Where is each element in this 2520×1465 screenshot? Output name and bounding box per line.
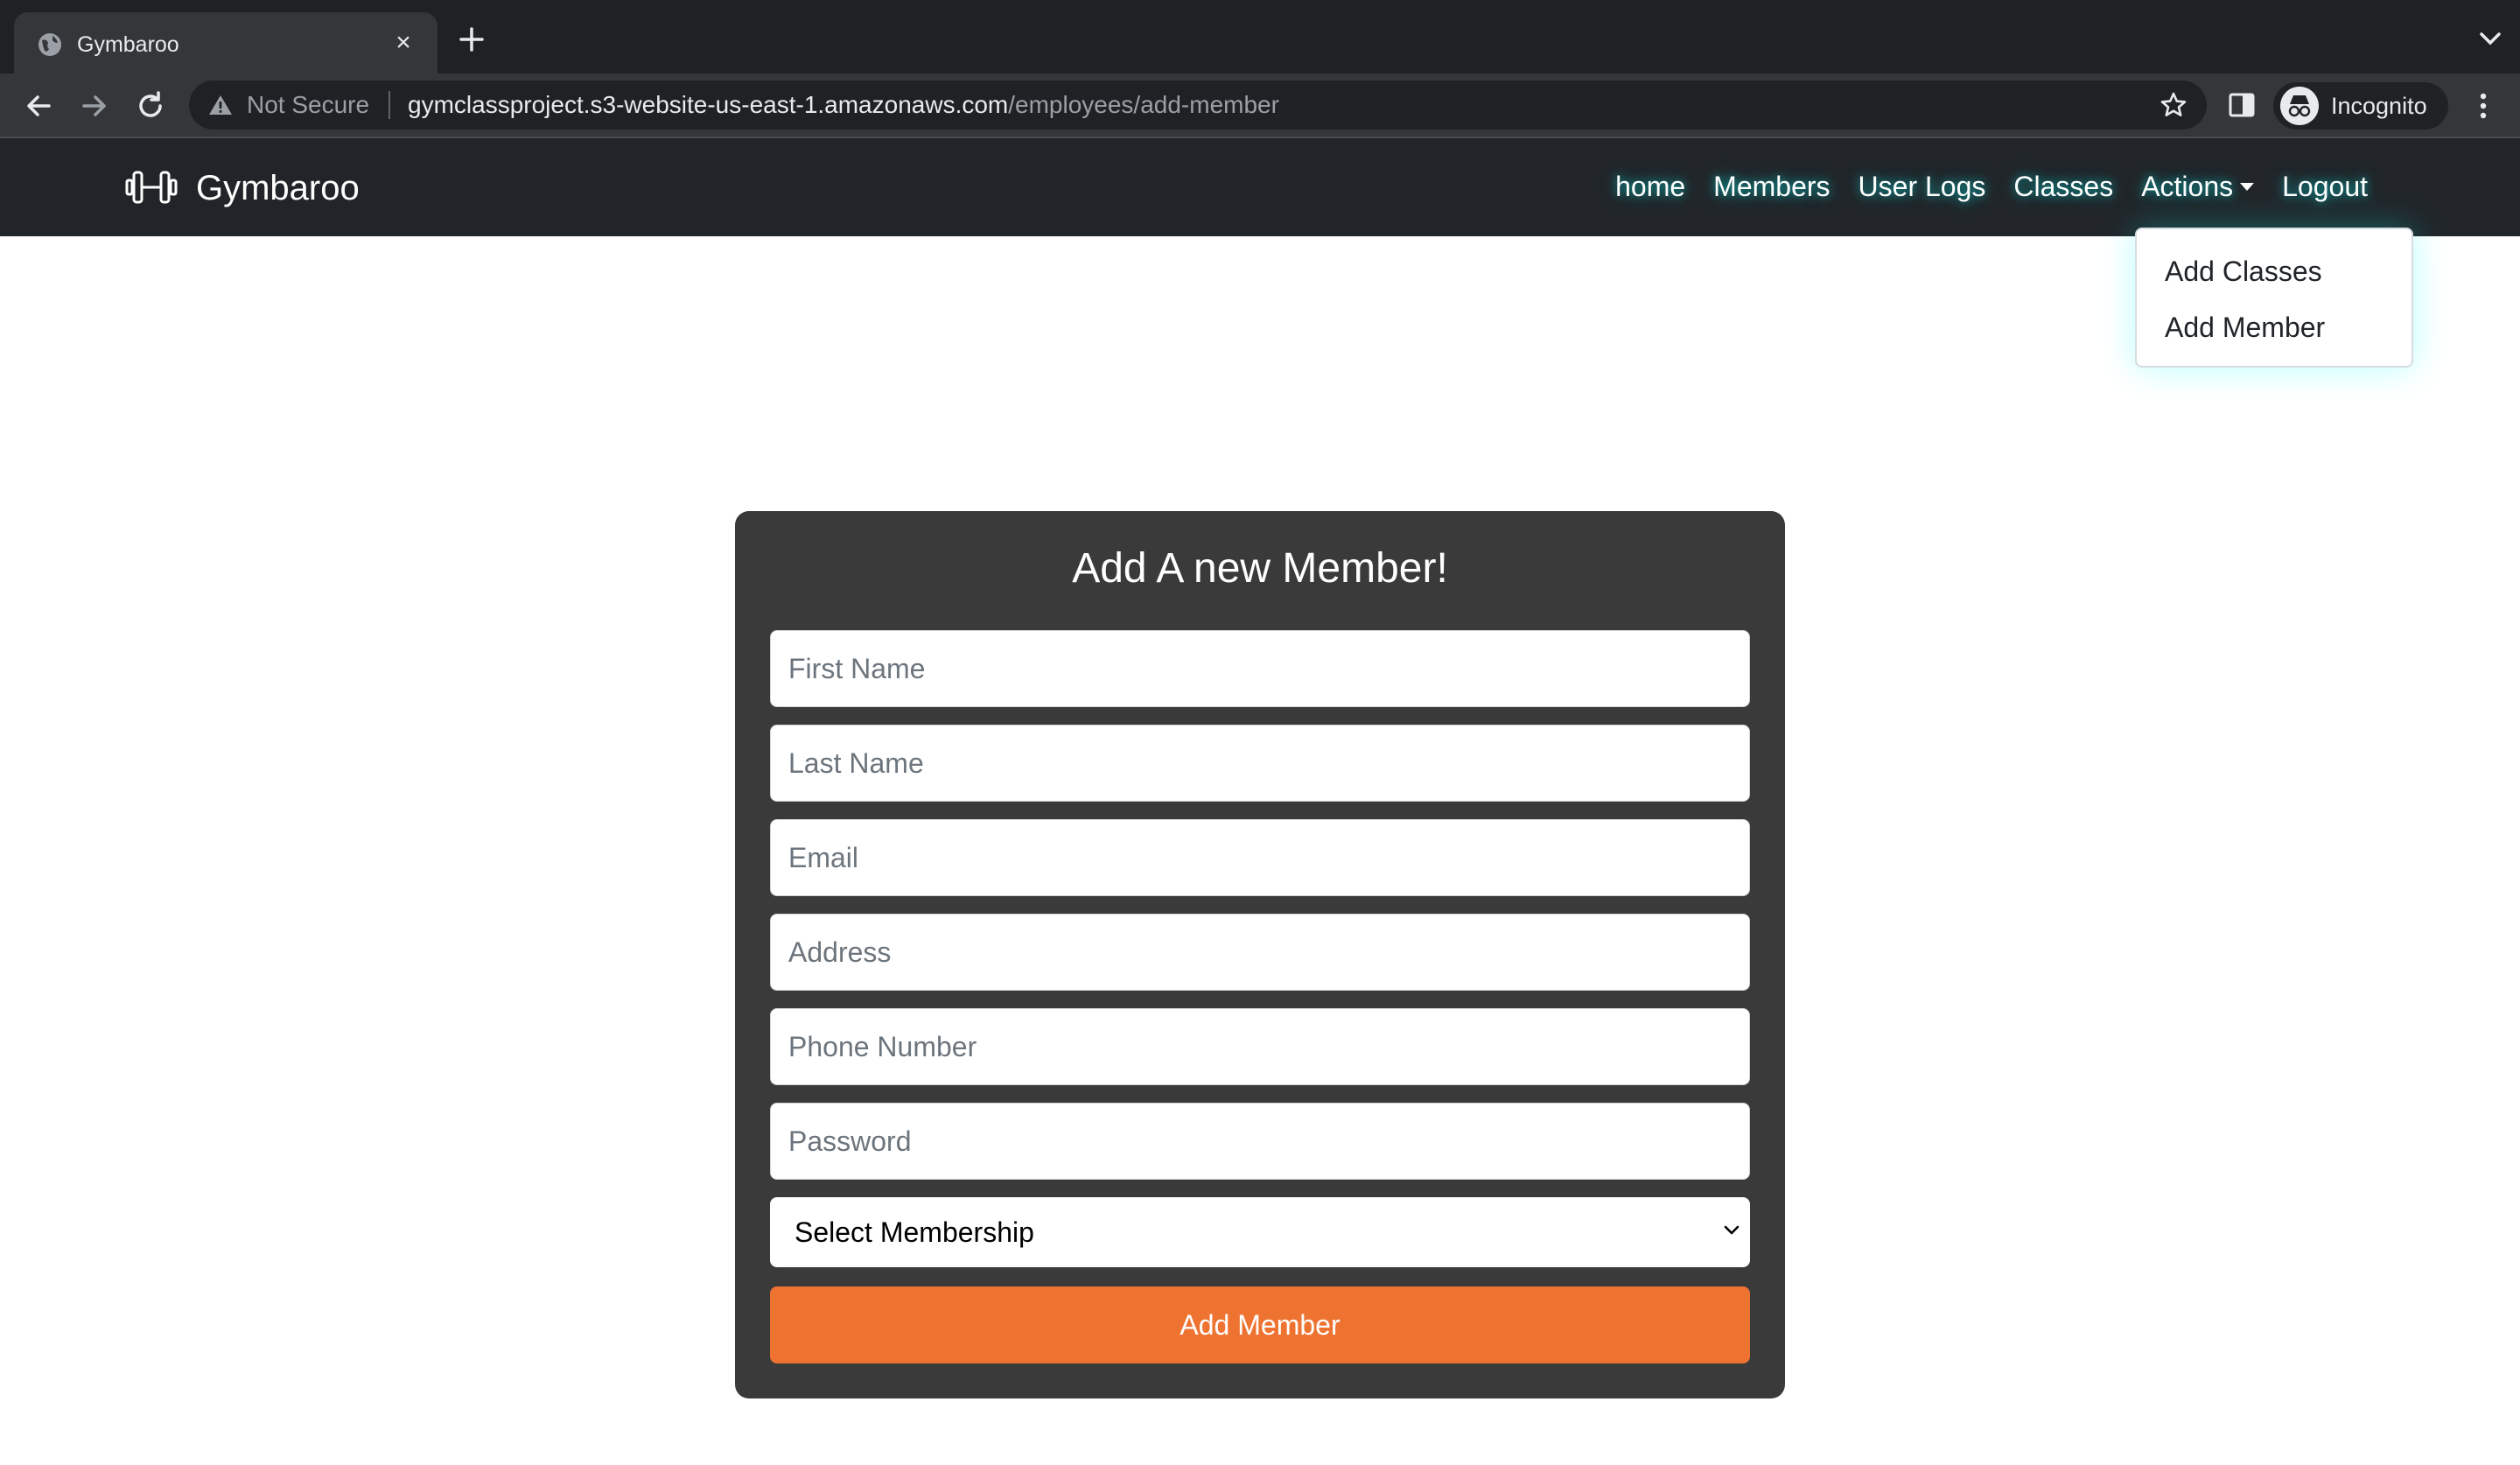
membership-select[interactable]: Select Membership (770, 1197, 1750, 1267)
back-arrow-icon[interactable] (21, 88, 56, 123)
brand-name: Gymbaroo (196, 169, 360, 207)
dropdown-item-add-classes[interactable]: Add Classes (2165, 254, 2322, 289)
add-member-button[interactable]: Add Member (770, 1286, 1750, 1363)
security-label[interactable]: Not Secure (247, 91, 369, 119)
reload-icon[interactable] (133, 88, 168, 123)
incognito-label: Incognito (2331, 93, 2427, 119)
globe-icon (38, 33, 61, 56)
new-tab-icon[interactable] (457, 25, 486, 54)
nav-link-user-logs[interactable]: User Logs (1844, 165, 2000, 210)
forward-arrow-icon[interactable] (77, 88, 112, 123)
kebab-menu-icon[interactable] (2469, 91, 2497, 121)
incognito-badge[interactable]: Incognito (2273, 82, 2448, 130)
nav-dropdown-actions[interactable]: Actions (2127, 165, 2268, 210)
app-navbar: Gymbaroo home Members User Logs Classes … (0, 138, 2520, 236)
bookmark-star-icon[interactable] (2160, 91, 2188, 119)
membership-select-value: Select Membership (794, 1216, 1034, 1248)
password-input[interactable] (770, 1103, 1750, 1180)
first-name-input[interactable] (770, 630, 1750, 707)
last-name-input[interactable] (770, 725, 1750, 802)
incognito-icon (2280, 87, 2319, 125)
dumbbell-icon (125, 171, 178, 204)
browser-tab-strip: Gymbaroo × (0, 0, 2520, 74)
actions-label: Actions (2141, 171, 2234, 202)
browser-toolbar: Not Secure gymclassproject.s3-website-us… (0, 74, 2520, 138)
caret-down-icon (2240, 183, 2255, 192)
address-bar[interactable]: Not Secure gymclassproject.s3-website-us… (189, 81, 2207, 130)
phone-number-input[interactable] (770, 1008, 1750, 1085)
url-path: /employees/add-member (1008, 91, 1279, 118)
address-separator (388, 91, 390, 119)
url-text[interactable]: gymclassproject.s3-website-us-east-1.ama… (408, 91, 1279, 119)
nav-link-members[interactable]: Members (1699, 165, 1844, 210)
url-host: gymclassproject.s3-website-us-east-1.ama… (408, 91, 1009, 118)
browser-tab[interactable]: Gymbaroo × (14, 12, 438, 74)
side-panel-icon[interactable] (2228, 91, 2256, 119)
form-title: Add A new Member! (1072, 545, 1448, 592)
dropdown-item-add-member[interactable]: Add Member (2165, 310, 2325, 345)
nav-link-classes[interactable]: Classes (1999, 165, 2127, 210)
nav-link-logout[interactable]: Logout (2268, 165, 2382, 210)
actions-dropdown-menu: Add Classes Add Member (2135, 228, 2413, 368)
email-input[interactable] (770, 819, 1750, 896)
tab-title: Gymbaroo (77, 32, 179, 57)
close-tab-icon[interactable]: × (388, 28, 418, 58)
warning-icon (209, 95, 232, 115)
chevron-down-icon (1724, 1225, 1740, 1235)
address-input[interactable] (770, 914, 1750, 991)
chevron-down-icon[interactable] (2478, 30, 2502, 47)
add-member-card: Add A new Member! Select Membership Add … (735, 511, 1785, 1398)
nav-links: home Members User Logs Classes Actions L… (1601, 165, 2382, 210)
nav-link-home[interactable]: home (1601, 165, 1699, 210)
